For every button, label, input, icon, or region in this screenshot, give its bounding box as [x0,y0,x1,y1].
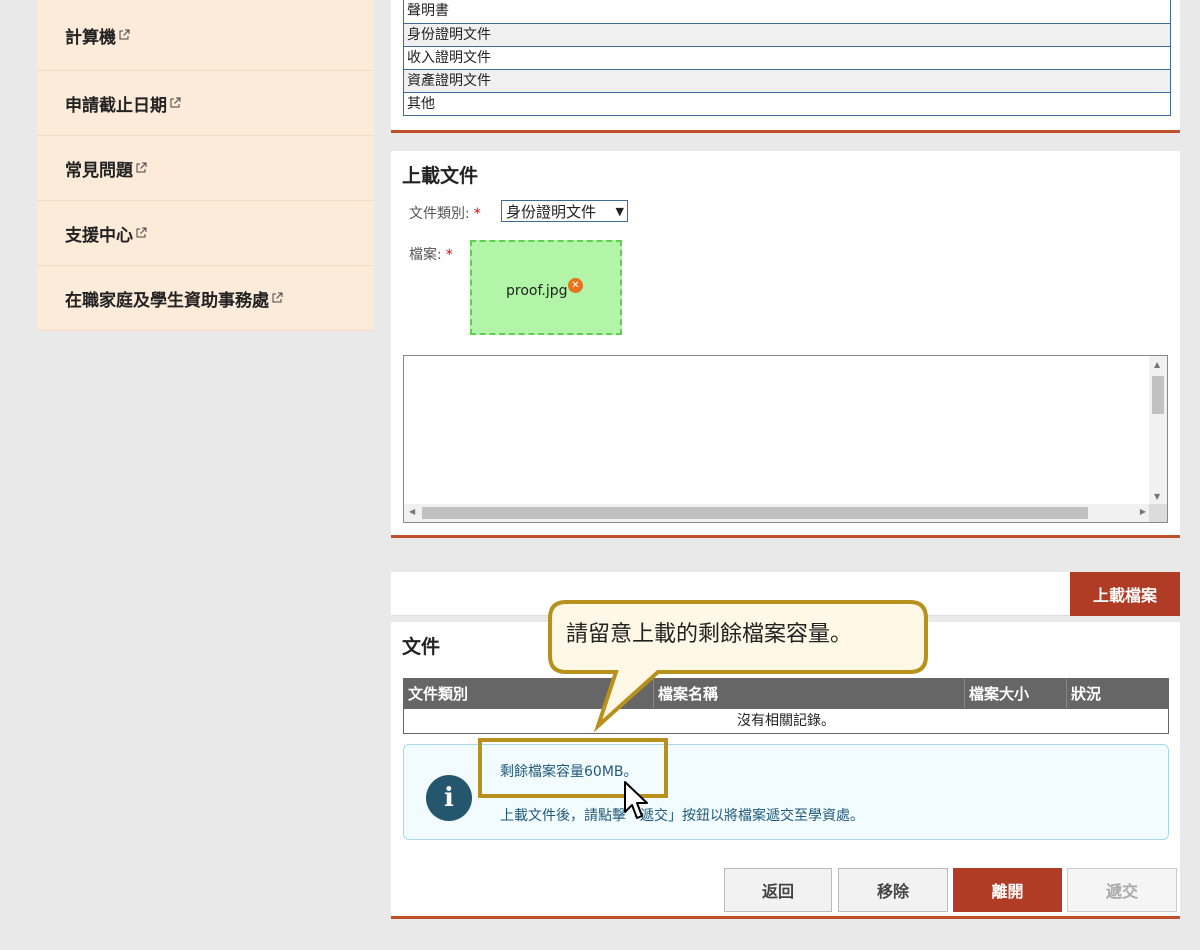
external-link-icon [136,227,147,238]
list-item[interactable]: 資產證明文件 [404,69,1170,92]
external-link-icon [272,292,283,303]
list-item[interactable]: 其他 [404,92,1170,115]
sidebar-item-label: 申請截止日期 [65,95,167,116]
doc-type-list: 聲明書 身份證明文件 收入證明文件 資產證明文件 其他 [403,0,1171,116]
remove-button[interactable]: 移除 [838,868,948,912]
external-link-icon [119,29,130,40]
chevron-down-icon: ▼ [615,204,624,218]
callout-text: 請留意上載的剩餘檔案容量。 [566,622,853,647]
sidebar-item-label: 計算機 [65,27,116,48]
upload-file-button[interactable]: 上載檔案 [1070,572,1180,616]
leave-button[interactable]: 離開 [953,868,1062,912]
documents-title: 文件 [402,636,441,658]
submit-button[interactable]: 遞交 [1067,868,1177,912]
scroll-right-icon[interactable]: ▶ [1140,507,1146,516]
sidebar: 計算機 申請截止日期 常見問題 支援中心 在職家庭及學生資助事務處 [37,0,374,331]
scroll-down-icon[interactable]: ▼ [1154,492,1160,501]
horizontal-scrollbar[interactable]: ◀ ▶ [404,504,1151,522]
submit-instruction-text: 上載文件後，請點擊「遞交」按鈕以將檔案遞交至學資處。 [500,808,864,824]
scroll-thumb[interactable] [422,507,1088,519]
scroll-corner [1149,504,1167,522]
list-item[interactable]: 身份證明文件 [404,23,1170,46]
upload-title: 上載文件 [402,165,479,187]
doc-type-panel: 聲明書 身份證明文件 收入證明文件 資產證明文件 其他 [391,0,1180,133]
info-icon: i [426,775,472,821]
mouse-cursor-icon [624,781,648,819]
tutorial-callout: 請留意上載的剩餘檔案容量。 [548,600,928,733]
file-dropzone[interactable]: proof.jpg ✕ [470,240,622,335]
external-link-icon [170,97,181,108]
sidebar-item-faq[interactable]: 常見問題 [37,136,374,201]
column-header[interactable]: 檔案大小 [965,679,1067,709]
sidebar-item-support[interactable]: 支援中心 [37,201,374,266]
file-label: 檔案: * [409,247,453,263]
scroll-up-icon[interactable]: ▲ [1154,360,1160,369]
scroll-left-icon[interactable]: ◀ [409,507,415,516]
scroll-thumb[interactable] [1152,376,1164,414]
sidebar-item-label: 支援中心 [65,225,133,246]
sidebar-item-label: 常見問題 [65,160,133,181]
vertical-scrollbar[interactable]: ▲ ▼ [1149,356,1167,505]
sidebar-item-deadlines[interactable]: 申請截止日期 [37,71,374,136]
upload-panel: 上載文件 文件類別: * 身份證明文件 ▼ 檔案: * proof.jpg ✕ ▲ … [391,151,1180,538]
sidebar-item-calculator[interactable]: 計算機 [37,0,374,71]
column-header[interactable]: 狀況 [1067,679,1168,709]
external-link-icon [136,162,147,173]
file-preview-area[interactable]: ▲ ▼ ◀ ▶ [403,355,1168,523]
sidebar-item-wfsfaa[interactable]: 在職家庭及學生資助事務處 [37,266,374,331]
list-item[interactable]: 聲明書 [404,0,1170,23]
back-button[interactable]: 返回 [724,868,832,912]
doc-type-label: 文件類別: * [409,206,481,222]
sidebar-item-label: 在職家庭及學生資助事務處 [65,290,269,311]
uploaded-file-name: proof.jpg [506,283,568,299]
list-item[interactable]: 收入證明文件 [404,46,1170,69]
doc-type-selected: 身份證明文件 [506,202,597,221]
doc-type-select[interactable]: 身份證明文件 ▼ [501,200,628,222]
remove-file-icon[interactable]: ✕ [568,278,583,293]
